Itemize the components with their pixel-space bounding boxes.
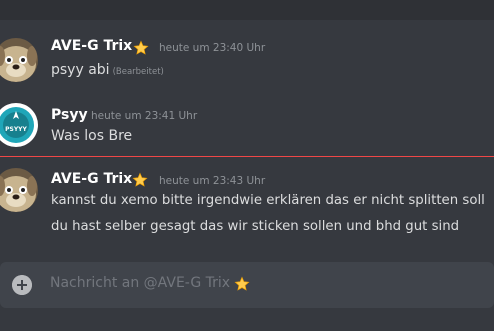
- edited-label: (Bearbeitet): [112, 67, 164, 77]
- psyy-logo-avatar[interactable]: PSYYY: [0, 103, 38, 147]
- star-emoji-icon: [133, 40, 149, 55]
- dog-avatar[interactable]: [0, 168, 38, 212]
- star-emoji-icon: [132, 172, 148, 187]
- author-name[interactable]: Psyy: [51, 107, 88, 123]
- dog-avatar[interactable]: [0, 38, 38, 82]
- message-text: Was los Bre: [51, 128, 133, 144]
- message-timestamp: heute um 23:40 Uhr: [159, 42, 266, 54]
- message-text: du hast selber gesagt das wir sticken so…: [51, 219, 460, 234]
- message-content: psyy abi (Bearbeitet): [51, 62, 164, 78]
- message-input-placeholder[interactable]: Nachricht an @AVE-G Trix: [50, 275, 230, 291]
- author-name[interactable]: AVE-G Trix: [51, 171, 132, 187]
- plus-circle-icon[interactable]: [12, 275, 32, 295]
- message-timestamp: heute um 23:43 Uhr: [159, 175, 266, 187]
- message-content: Was los Bre: [51, 128, 132, 144]
- message-text: psyy abi: [51, 62, 110, 78]
- star-emoji-icon: [234, 276, 250, 291]
- message-text: kannst du xemo bitte irgendwie erklären …: [51, 193, 485, 208]
- avatar-logo-text: PSYYY: [5, 126, 27, 133]
- author-name[interactable]: AVE-G Trix: [51, 38, 132, 54]
- message-composer[interactable]: Nachricht an @AVE-G Trix: [0, 262, 494, 308]
- new-messages-divider: [0, 156, 494, 157]
- top-strip: [0, 0, 494, 20]
- message-timestamp: heute um 23:41 Uhr: [91, 110, 198, 122]
